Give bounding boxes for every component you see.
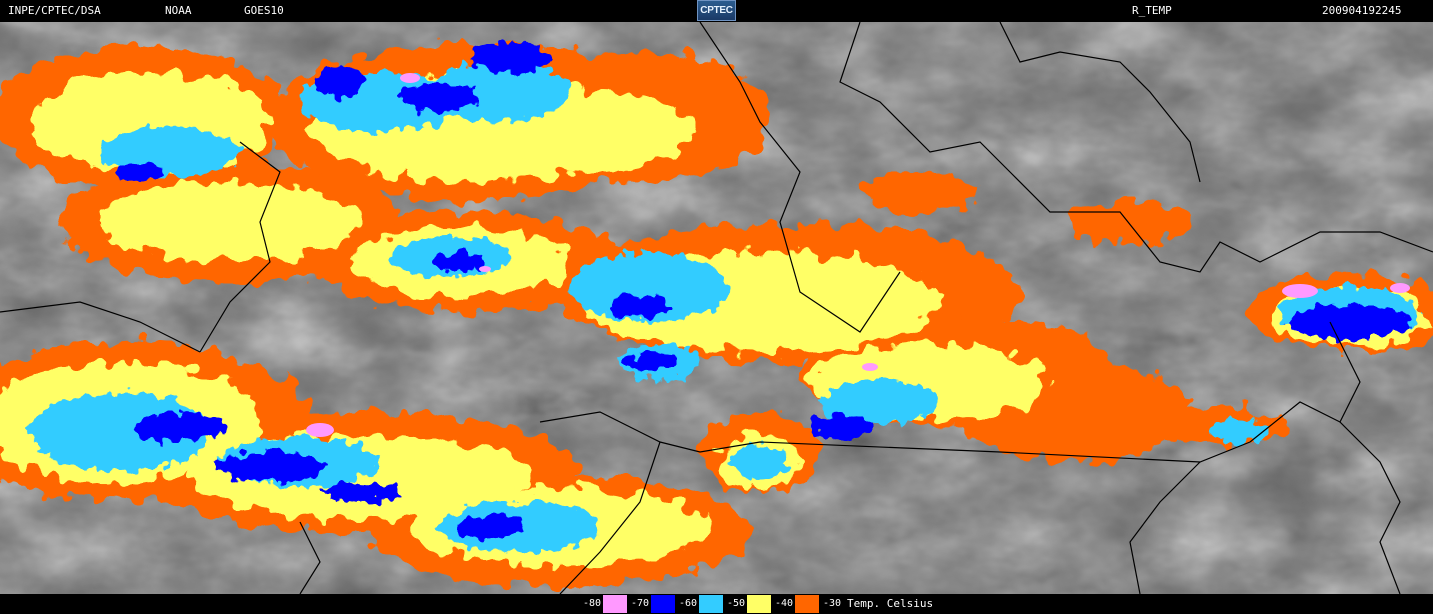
legend-item-minus-50: -50: [723, 595, 771, 613]
agency-label: NOAA: [165, 4, 192, 17]
legend-item-minus-70: -70: [627, 595, 675, 613]
satellite-label: GOES10: [244, 4, 284, 17]
cptec-logo: CPTEC: [697, 0, 736, 21]
legend-swatch: [603, 595, 627, 613]
legend-label: -30: [819, 595, 843, 613]
temperature-legend: -80 -70 -60 -50 -40 -30 Temp. Celsius: [579, 595, 933, 613]
legend-swatch: [699, 595, 723, 613]
satellite-imagery: [0, 22, 1433, 594]
legend-swatch: [651, 595, 675, 613]
legend-item-minus-80: -80: [579, 595, 627, 613]
legend-label: -80: [579, 595, 603, 613]
legend-label: -60: [675, 595, 699, 613]
legend-label: -40: [771, 595, 795, 613]
legend-unit: Temp. Celsius: [847, 597, 934, 610]
legend-item-minus-60: -60: [675, 595, 723, 613]
satellite-image-page: INPE/CPTEC/DSA NOAA GOES10 R_TEMP 200904…: [0, 0, 1433, 614]
source-label: INPE/CPTEC/DSA: [8, 4, 101, 17]
legend-swatch: [795, 595, 819, 613]
legend-item-minus-40: -40: [771, 595, 819, 613]
timestamp-label: 200904192245: [1322, 4, 1402, 17]
legend-swatch: [747, 595, 771, 613]
legend-item-minus-30: -30: [819, 595, 843, 613]
product-label: R_TEMP: [1132, 4, 1172, 17]
legend-label: -50: [723, 595, 747, 613]
legend-label: -70: [627, 595, 651, 613]
